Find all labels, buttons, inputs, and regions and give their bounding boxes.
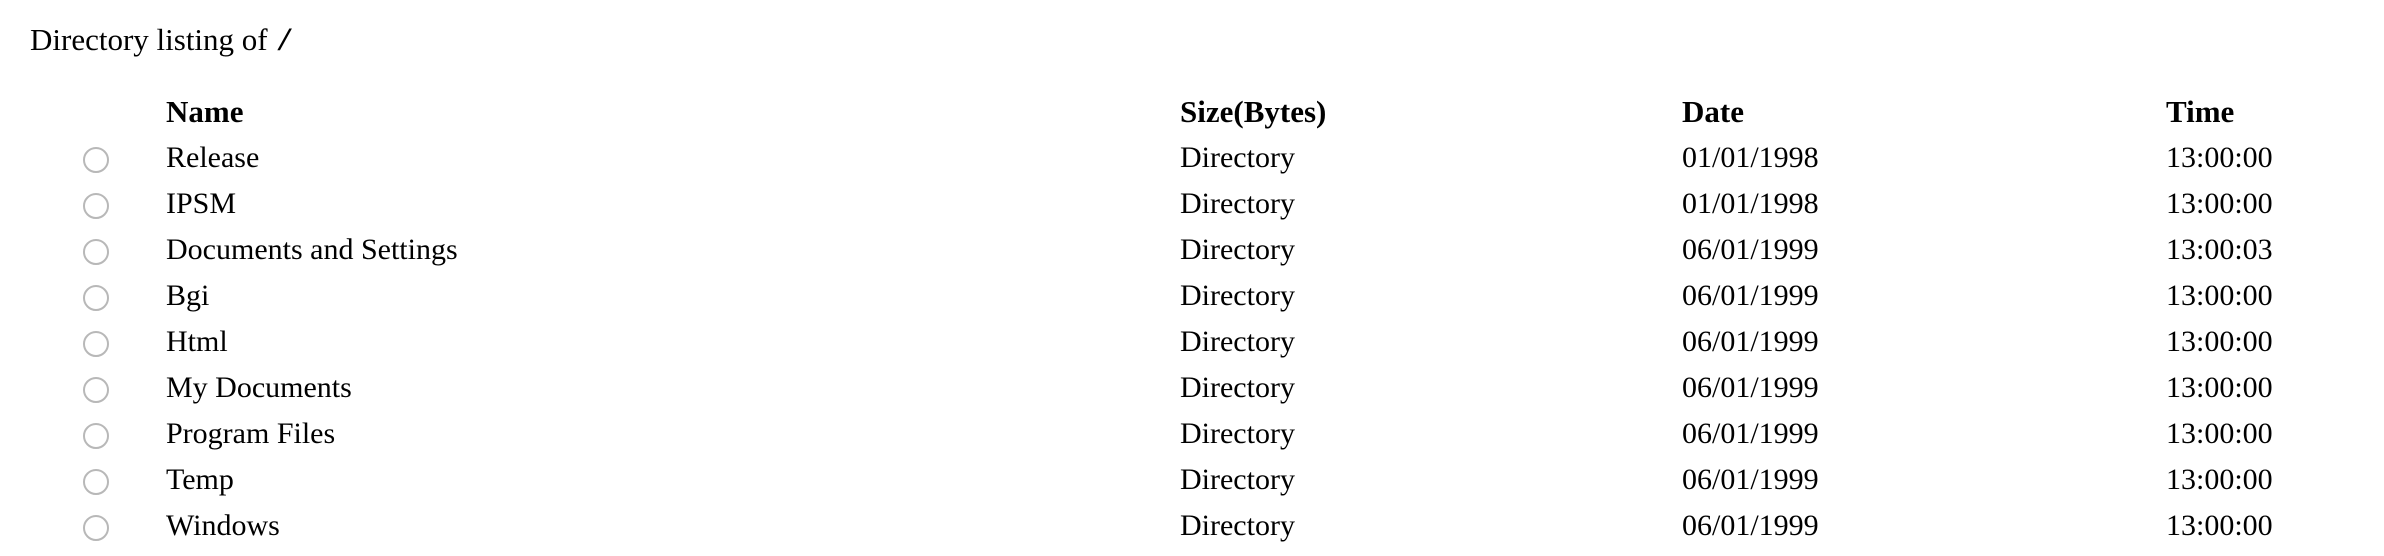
table-header-row: Name Size(Bytes) Date Time: [60, 89, 2316, 135]
entry-time: 13:00:00: [2166, 509, 2273, 542]
entry-name: My Documents: [166, 371, 352, 404]
entry-name: Html: [166, 325, 228, 358]
table-row: Windows Directory 06/01/1999 13:00:00: [60, 503, 2316, 549]
directory-table: Name Size(Bytes) Date Time Release Direc…: [60, 89, 2316, 549]
entry-name: Program Files: [166, 417, 336, 450]
row-select-radio[interactable]: [83, 377, 109, 404]
entry-name: Bgi: [166, 279, 210, 312]
table-row: My Documents Directory 06/01/1999 13:00:…: [60, 365, 2316, 411]
row-select-radio[interactable]: [83, 285, 109, 312]
page-title-label: Directory listing of: [30, 22, 268, 57]
row-select-radio[interactable]: [83, 193, 109, 220]
current-path: /: [275, 26, 294, 60]
time-column-header: Time: [2166, 94, 2235, 129]
entry-date: 06/01/1999: [1682, 509, 1819, 542]
entry-time: 13:00:00: [2166, 325, 2273, 358]
row-select-cell: [60, 365, 166, 411]
table-row: IPSM Directory 01/01/1998 13:00:00: [60, 181, 2316, 227]
entry-size: Directory: [1180, 187, 1295, 220]
row-select-cell: [60, 411, 166, 457]
row-select-cell: [60, 457, 166, 503]
row-select-cell: [60, 135, 166, 181]
row-select-cell: [60, 227, 166, 273]
row-select-radio[interactable]: [83, 147, 109, 174]
entry-time: 13:00:00: [2166, 141, 2273, 174]
entry-date: 01/01/1998: [1682, 141, 1819, 174]
entry-date: 06/01/1999: [1682, 279, 1819, 312]
entry-name: Windows: [166, 509, 280, 542]
entry-name: Documents and Settings: [166, 233, 458, 266]
row-select-cell: [60, 181, 166, 227]
entry-size: Directory: [1180, 463, 1295, 496]
date-column-header: Date: [1682, 94, 1744, 129]
table-row: Temp Directory 06/01/1999 13:00:00: [60, 457, 2316, 503]
entry-time: 13:00:00: [2166, 417, 2273, 450]
entry-date: 06/01/1999: [1682, 371, 1819, 404]
row-select-cell: [60, 319, 166, 365]
page-title: Directory listing of /: [30, 18, 294, 65]
select-column-header: [60, 89, 166, 135]
entry-size: Directory: [1180, 371, 1295, 404]
name-column-header: Name: [166, 94, 244, 129]
entry-date: 01/01/1998: [1682, 187, 1819, 220]
entry-size: Directory: [1180, 141, 1295, 174]
entry-date: 06/01/1999: [1682, 463, 1819, 496]
row-select-cell: [60, 273, 166, 319]
row-select-radio[interactable]: [83, 515, 109, 542]
entry-date: 06/01/1999: [1682, 325, 1819, 358]
entry-size: Directory: [1180, 325, 1295, 358]
entry-size: Directory: [1180, 509, 1295, 542]
entry-size: Directory: [1180, 233, 1295, 266]
row-select-cell: [60, 503, 166, 549]
table-row: Program Files Directory 06/01/1999 13:00…: [60, 411, 2316, 457]
entry-time: 13:00:00: [2166, 371, 2273, 404]
entry-name: IPSM: [166, 187, 237, 220]
entry-time: 13:00:00: [2166, 279, 2273, 312]
entry-time: 13:00:00: [2166, 463, 2273, 496]
table-row: Bgi Directory 06/01/1999 13:00:00: [60, 273, 2316, 319]
row-select-radio[interactable]: [83, 331, 109, 358]
entry-size: Directory: [1180, 417, 1295, 450]
row-select-radio[interactable]: [83, 239, 109, 266]
entry-name: Temp: [166, 463, 234, 496]
entry-time: 13:00:00: [2166, 187, 2273, 220]
table-row: Release Directory 01/01/1998 13:00:00: [60, 135, 2316, 181]
row-select-radio[interactable]: [83, 423, 109, 450]
table-row: Html Directory 06/01/1999 13:00:00: [60, 319, 2316, 365]
entry-name: Release: [166, 141, 260, 174]
entry-time: 13:00:03: [2166, 233, 2273, 266]
row-select-radio[interactable]: [83, 469, 109, 496]
table-row: Documents and Settings Directory 06/01/1…: [60, 227, 2316, 273]
entry-date: 06/01/1999: [1682, 233, 1819, 266]
size-column-header: Size(Bytes): [1180, 94, 1327, 129]
entry-size: Directory: [1180, 279, 1295, 312]
entry-date: 06/01/1999: [1682, 417, 1819, 450]
